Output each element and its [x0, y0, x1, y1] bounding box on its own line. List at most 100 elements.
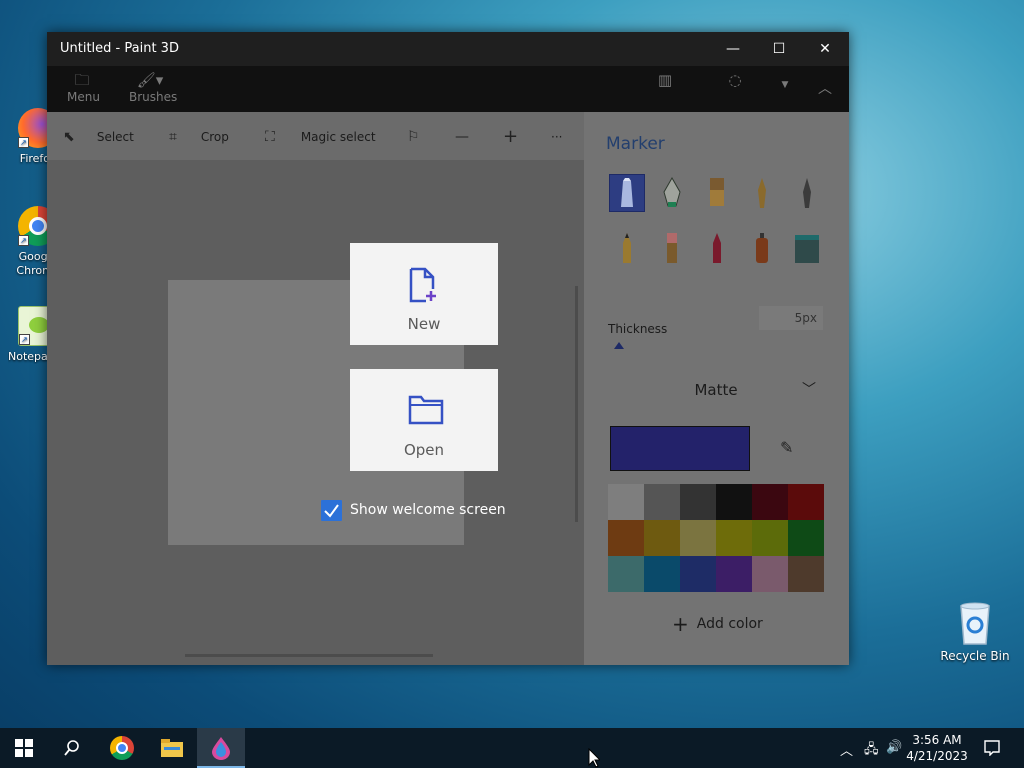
crop-icon: ⌗: [169, 129, 177, 145]
recycle-bin-label: Recycle Bin: [940, 649, 1010, 663]
canvas-area[interactable]: [47, 160, 584, 665]
file-explorer-icon: [161, 739, 183, 757]
panel-title: Marker: [606, 134, 665, 154]
taskbar-chrome[interactable]: [98, 728, 146, 768]
fill-brush[interactable]: [789, 229, 825, 267]
color-swatch[interactable]: [752, 556, 788, 592]
finish-dropdown[interactable]: Matte: [608, 376, 824, 404]
color-swatch[interactable]: [680, 556, 716, 592]
color-swatch[interactable]: [788, 520, 824, 556]
plus-icon: +: [503, 126, 519, 147]
new-file-icon: [409, 267, 436, 303]
more-button[interactable]: ···: [551, 129, 562, 145]
close-button[interactable]: ✕: [802, 32, 848, 66]
color-swatch[interactable]: [644, 556, 680, 592]
spray-can-brush[interactable]: [744, 229, 780, 267]
open-label: Open: [403, 441, 445, 459]
minimize-icon: —: [726, 41, 740, 57]
minus-icon: —: [455, 129, 469, 145]
volume-icon[interactable]: 🔊: [886, 740, 902, 755]
show-welcome-label: Show welcome screen: [350, 502, 506, 518]
brushes-label: Brushes: [129, 90, 178, 104]
magic-select-tool[interactable]: ⛶ Magic select: [265, 129, 376, 145]
oil-brush[interactable]: [699, 174, 735, 212]
title-bar[interactable]: Untitled - Paint 3D — ☐ ✕: [47, 32, 849, 66]
color-swatch[interactable]: [752, 484, 788, 520]
spray-can-icon: [756, 233, 768, 263]
calligraphy-pen-brush[interactable]: [654, 174, 690, 212]
ribbon-tab-faded[interactable]: ▥: [657, 70, 673, 90]
calligraphy-pen-icon: [663, 176, 681, 207]
shortcut-arrow-icon: ↗: [18, 137, 29, 148]
taskbar-file-explorer[interactable]: [148, 728, 196, 768]
color-swatch[interactable]: [788, 556, 824, 592]
collapse-ribbon-button[interactable]: ︿: [815, 78, 835, 98]
vertical-scrollbar[interactable]: [575, 286, 578, 522]
color-swatch[interactable]: [608, 556, 644, 592]
grid-icon: ▥: [657, 71, 673, 89]
menu-button[interactable]: 🗀 Menu: [67, 70, 100, 104]
ribbon-dropdown[interactable]: ▼: [779, 80, 791, 90]
zoom-in-button[interactable]: +: [503, 126, 521, 147]
show-hidden-icons[interactable]: ︿: [840, 740, 853, 759]
show-welcome-checkbox[interactable]: [321, 500, 342, 521]
color-swatch[interactable]: [644, 484, 680, 520]
color-swatch[interactable]: [608, 484, 644, 520]
view-3d-button[interactable]: ⚐: [407, 129, 425, 145]
open-project-button[interactable]: Open: [350, 369, 498, 471]
horizontal-scrollbar[interactable]: [185, 654, 433, 657]
paint-bucket-icon: [795, 235, 819, 263]
add-color-button[interactable]: + Add color: [672, 612, 763, 636]
action-center-button[interactable]: [984, 740, 1000, 760]
ribbon-tab-faded[interactable]: ◌: [727, 70, 743, 90]
shortcut-arrow-icon: ↗: [18, 235, 29, 246]
start-button[interactable]: [0, 728, 48, 768]
color-swatch[interactable]: [680, 520, 716, 556]
thickness-input[interactable]: 5px: [759, 306, 823, 330]
pixel-pen-brush[interactable]: [789, 174, 825, 212]
color-palette: [608, 484, 824, 592]
color-swatch[interactable]: [716, 556, 752, 592]
marker-brush[interactable]: [609, 174, 645, 212]
crayon-brush[interactable]: [699, 229, 735, 267]
color-swatch[interactable]: [752, 520, 788, 556]
magic-select-icon: ⛶: [265, 129, 275, 145]
clock[interactable]: 3:56 AM 4/21/2023: [902, 732, 972, 764]
zoom-out-button[interactable]: —: [455, 129, 473, 145]
chevron-up-icon: ︿: [818, 81, 832, 97]
select-label: Select: [96, 130, 134, 144]
eraser-brush[interactable]: [654, 229, 690, 267]
effects-icon: ◌: [728, 71, 742, 89]
maximize-icon: ☐: [772, 41, 786, 57]
network-icon[interactable]: 🖧: [864, 740, 879, 762]
thickness-slider[interactable]: [614, 342, 624, 349]
clock-time: 3:56 AM: [912, 733, 962, 747]
crop-label: Crop: [200, 130, 229, 144]
color-swatch[interactable]: [608, 520, 644, 556]
eyedropper-button[interactable]: ✎: [780, 438, 793, 457]
new-project-button[interactable]: New: [350, 243, 498, 345]
maximize-button[interactable]: ☐: [756, 32, 802, 66]
pixel-pen-icon: [803, 178, 811, 208]
color-swatch[interactable]: [716, 520, 752, 556]
taskbar-paint3d[interactable]: [197, 728, 245, 768]
brushes-tab[interactable]: 🖌▾ Brushes: [129, 70, 177, 104]
color-swatch[interactable]: [716, 484, 752, 520]
desktop-icon-recycle-bin[interactable]: Recycle Bin: [940, 600, 1010, 663]
current-color-swatch[interactable]: [610, 426, 750, 471]
watercolor-brush[interactable]: [744, 174, 780, 212]
crop-tool[interactable]: ⌗ Crop: [169, 129, 229, 145]
color-swatch[interactable]: [788, 484, 824, 520]
ribbon: 🗀 Menu 🖌▾ Brushes ▥ ◌ ▼ ︿: [47, 66, 849, 112]
color-swatch[interactable]: [644, 520, 680, 556]
minimize-button[interactable]: —: [710, 32, 756, 66]
search-button[interactable]: [48, 728, 96, 768]
pencil-brush[interactable]: [609, 229, 645, 267]
select-tool[interactable]: ⬉ Select: [63, 129, 134, 145]
pencil-icon: [623, 233, 631, 263]
color-swatch[interactable]: [680, 484, 716, 520]
clock-date: 4/21/2023: [906, 749, 968, 763]
folder-icon: 🗀: [74, 71, 90, 89]
eyedropper-icon: ✎: [780, 438, 794, 457]
notification-icon: [984, 740, 1000, 757]
